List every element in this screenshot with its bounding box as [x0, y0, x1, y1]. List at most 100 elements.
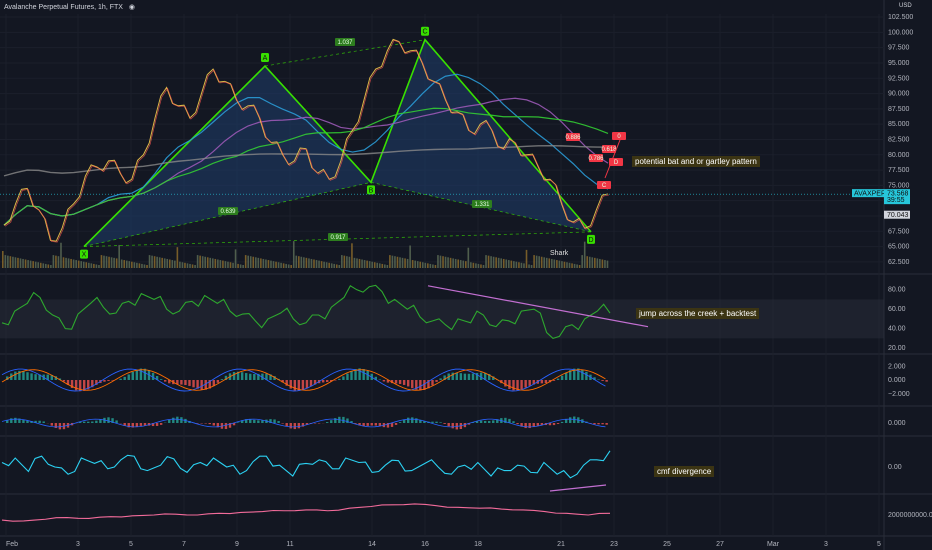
volume-bar	[57, 256, 60, 268]
macd-histogram-bar	[289, 380, 292, 389]
macd-histogram-bar	[350, 370, 353, 380]
macd-histogram-bar	[411, 380, 414, 389]
cmf-divergence-annotation[interactable]: cmf divergence	[654, 466, 715, 477]
macd-histogram-bar	[180, 380, 183, 385]
oscillator-bar	[398, 422, 402, 423]
volume-bar	[19, 258, 22, 268]
volume-bar	[421, 262, 424, 268]
volume-bar	[300, 256, 303, 268]
volume-bar	[209, 257, 212, 268]
volume-bar	[184, 262, 186, 268]
volume-bar	[528, 264, 530, 268]
x-tick-label: 23	[610, 541, 618, 548]
volume-bar	[599, 258, 601, 268]
volume-bar	[242, 265, 244, 268]
volume-bar	[136, 262, 138, 268]
volume-bar	[427, 263, 429, 268]
volume-bar	[551, 258, 553, 268]
macd-histogram-bar	[249, 373, 252, 380]
macd-histogram-bar	[520, 380, 523, 390]
volume-bar	[219, 260, 222, 268]
target-label: C	[602, 183, 607, 189]
volume-bar	[196, 255, 199, 268]
volume-bar	[98, 265, 100, 268]
oscillator-bar	[87, 421, 90, 423]
macd-histogram-bar	[378, 379, 382, 380]
macd-histogram-bar	[192, 380, 195, 388]
eye-icon[interactable]: ◉	[129, 4, 135, 11]
macd-histogram-bar	[245, 373, 248, 380]
bat-gartley-annotation[interactable]: potential bat and or gartley pattern	[632, 156, 760, 167]
volume-bar	[325, 262, 328, 268]
oscillator-bar	[91, 421, 94, 423]
volume-bar	[227, 261, 229, 268]
volume-bar	[389, 255, 391, 268]
y-tick-label: 82.500	[888, 136, 910, 143]
volume-bar	[373, 262, 376, 268]
volume-bar	[594, 257, 596, 268]
oscillator-bar	[366, 423, 369, 426]
oscillator-bar	[492, 420, 495, 423]
x-tick-label: 11	[286, 541, 293, 548]
oscillator-bar	[569, 417, 572, 423]
jump-creek-annotation[interactable]: jump across the creek + backtest	[636, 308, 760, 319]
oscillator-bar	[439, 422, 442, 423]
volume-bar	[439, 255, 442, 268]
volume-bar	[482, 265, 485, 268]
macd-tick-label: 2.000	[888, 363, 906, 370]
chart-canvas[interactable]: Feb 3 5 7 9 11 14 16 18 21 23 25 27 Mar 3 5 62.500 65.000…	[0, 0, 932, 550]
oscillator-bar	[451, 423, 454, 429]
macd-histogram-bar	[119, 378, 122, 380]
volume-bar	[467, 247, 470, 268]
volume-bar	[60, 242, 62, 268]
x-tick-label: 5	[877, 541, 881, 548]
volume-bar	[168, 259, 171, 268]
volume-bar	[128, 261, 131, 268]
volume-bar	[234, 249, 237, 268]
volume-bar	[363, 260, 366, 268]
volume-bar	[88, 262, 90, 268]
macd-histogram-bar	[14, 371, 17, 380]
volume-bar	[487, 255, 490, 268]
volume-bar	[449, 257, 452, 268]
volume-bar	[368, 261, 371, 268]
volume-bar	[396, 256, 399, 268]
macd-histogram-bar	[544, 380, 548, 384]
volume-bar	[437, 255, 439, 268]
volume-bar	[556, 260, 558, 268]
shark-label: Shark	[550, 250, 569, 257]
volume-bar	[341, 255, 343, 268]
volume-bar	[561, 261, 563, 268]
volume-bar	[123, 260, 126, 268]
macd-histogram-bar	[419, 380, 422, 391]
oscillator-bar	[560, 421, 564, 423]
volume-bar	[158, 257, 161, 268]
volume-bar	[583, 241, 586, 268]
oscillator-bar	[512, 421, 515, 423]
macd-histogram-bar	[240, 372, 244, 380]
harmonic-point-label: X	[82, 252, 87, 259]
volume-bar	[95, 264, 98, 268]
chart-title: Avalanche Perpetual Futures, 1h, FTX ◉ U…	[4, 3, 912, 11]
volume-bar	[2, 251, 4, 268]
volume-bar	[42, 263, 45, 268]
oscillator-bar	[536, 423, 539, 426]
volume-bar	[313, 259, 315, 268]
macd-histogram-bar	[301, 380, 305, 391]
volume-bar	[351, 243, 353, 268]
oscillator-bar	[564, 419, 568, 423]
volume-bar	[335, 264, 338, 268]
volume-bar	[573, 263, 576, 268]
harmonic-point-label: A	[263, 55, 268, 62]
bottom-tick-label: 2000000000.0	[888, 512, 932, 519]
volume-bar	[525, 249, 528, 268]
volume-bar	[401, 257, 404, 268]
oscillator-bar	[556, 423, 560, 424]
macd-histogram-bar	[471, 373, 475, 380]
volume-bar	[280, 262, 282, 268]
oscillator-bar	[159, 423, 163, 425]
volume-bar	[65, 257, 67, 268]
volume-bar	[161, 257, 163, 268]
volume-bar	[222, 260, 224, 268]
volume-bar	[500, 258, 503, 268]
